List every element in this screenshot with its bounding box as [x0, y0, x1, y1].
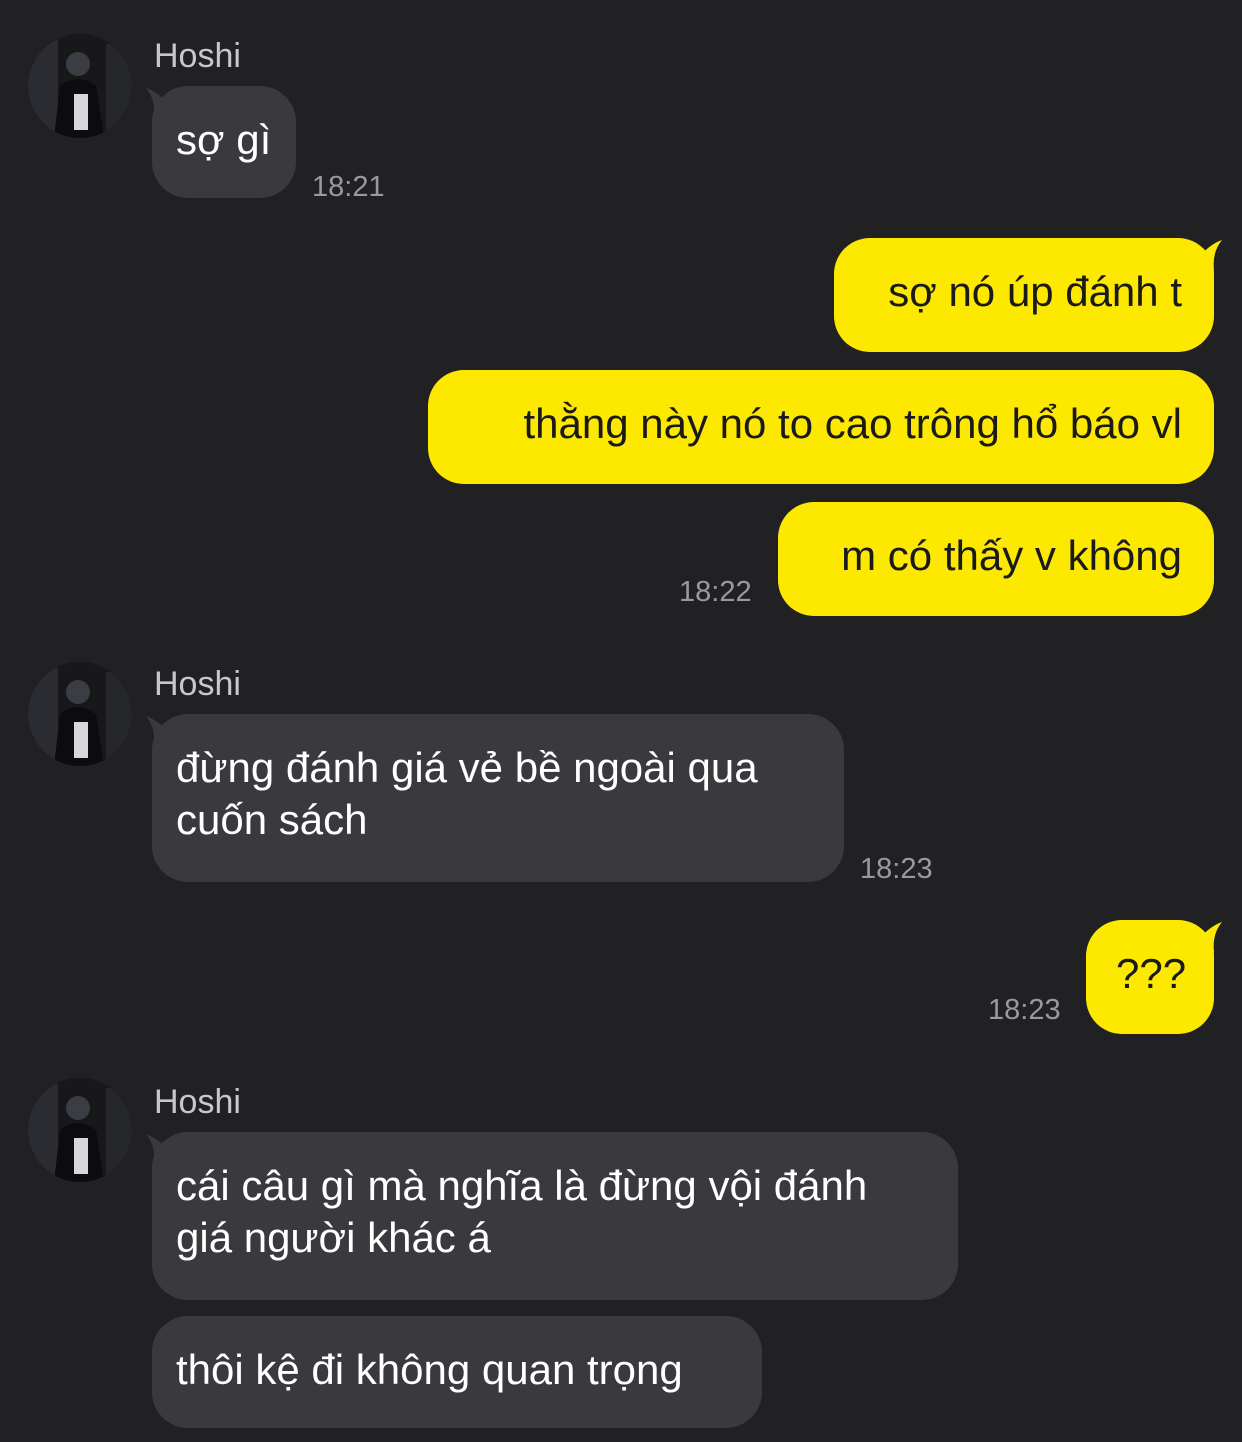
message-bubble[interactable]: sợ gì	[152, 86, 296, 198]
message-timestamp: 18:23	[988, 994, 1061, 1026]
sender-name: Hoshi	[154, 665, 241, 703]
sender-name: Hoshi	[154, 37, 241, 75]
message-text-line: cái câu gì mà nghĩa là đừng vội đánh	[176, 1162, 868, 1209]
message-text: thằng này nó to cao trông hổ báo vl	[523, 400, 1183, 447]
message-text: m có thấy v không	[841, 532, 1182, 579]
message-text: thôi kệ đi không quan trọng	[176, 1346, 683, 1393]
message-bubble[interactable]: đừng đánh giá vẻ bề ngoài qua cuốn sách	[152, 714, 844, 882]
message-timestamp: 18:22	[679, 576, 752, 608]
message-timestamp: 18:21	[312, 171, 385, 203]
message-bubble[interactable]: m có thấy v không	[778, 502, 1214, 616]
message-bubble[interactable]: thôi kệ đi không quan trọng	[152, 1316, 762, 1428]
message-text-line: giá người khác á	[176, 1214, 491, 1261]
message-bubble[interactable]: thằng này nó to cao trông hổ báo vl	[428, 370, 1214, 484]
message-text: sợ nó úp đánh t	[888, 268, 1182, 315]
message-text: ???	[1116, 950, 1187, 997]
avatar[interactable]	[28, 1078, 132, 1182]
message-text-line: cuốn sách	[176, 796, 368, 843]
message-timestamp: 18:23	[860, 853, 933, 885]
message-text: sợ gì	[176, 116, 272, 163]
message-text-line: đừng đánh giá vẻ bề ngoài qua	[176, 744, 758, 791]
avatar[interactable]	[28, 34, 132, 138]
message-bubble[interactable]: sợ nó úp đánh t	[834, 238, 1214, 352]
avatar[interactable]	[28, 662, 132, 766]
message-bubble[interactable]: ???	[1086, 920, 1214, 1034]
message-bubble[interactable]: cái câu gì mà nghĩa là đừng vội đánh giá…	[152, 1132, 958, 1300]
sender-name: Hoshi	[154, 1083, 241, 1121]
